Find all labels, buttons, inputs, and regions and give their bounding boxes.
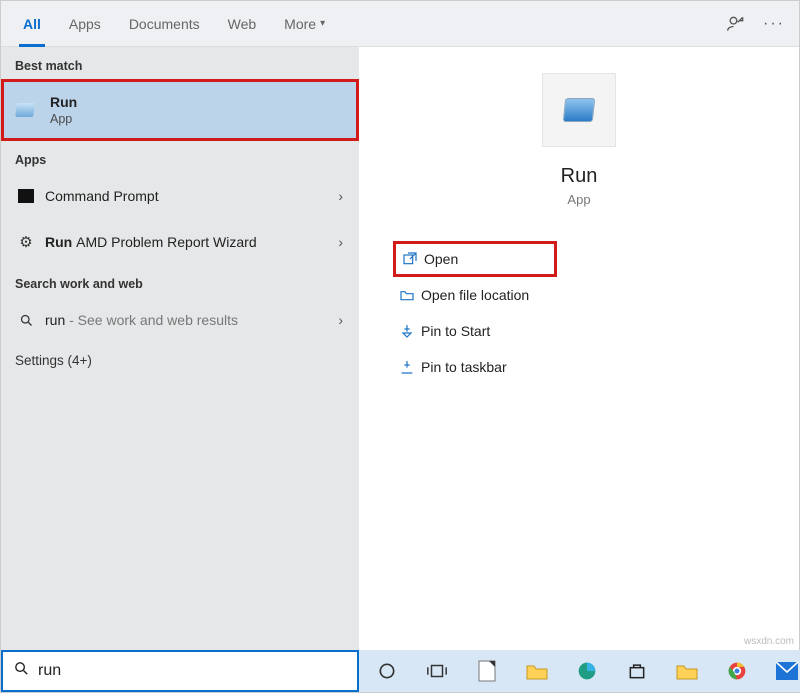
taskbar-file-explorer-alt[interactable]	[665, 654, 709, 688]
search-box[interactable]	[1, 650, 359, 692]
folder-icon	[393, 287, 421, 303]
search-icon	[13, 313, 39, 328]
taskbar-cortana[interactable]	[365, 654, 409, 688]
run-icon	[16, 103, 42, 117]
taskbar	[359, 650, 800, 692]
best-match-run[interactable]: Run App	[1, 79, 359, 141]
action-pin-to-taskbar[interactable]: Pin to taskbar	[393, 349, 765, 385]
chevron-down-icon: ▾	[320, 18, 325, 29]
taskbar-libreoffice[interactable]	[465, 654, 509, 688]
preview-title: Run	[561, 165, 598, 188]
bottom-bar	[1, 650, 799, 692]
results-list: Best match Run App Apps Command Prompt ›…	[1, 47, 359, 650]
apps-header: Apps	[1, 141, 359, 173]
preview-subtitle: App	[567, 192, 590, 207]
best-match-title: Run	[50, 94, 77, 110]
result-command-prompt[interactable]: Command Prompt ›	[1, 173, 359, 219]
pin-start-icon	[393, 323, 421, 339]
open-icon	[396, 251, 424, 267]
search-icon	[13, 660, 30, 682]
action-label: Pin to Start	[421, 323, 490, 339]
action-label: Pin to taskbar	[421, 359, 507, 375]
chevron-right-icon[interactable]: ›	[334, 312, 347, 328]
result-web-run[interactable]: run - See work and web results ›	[1, 297, 359, 343]
more-options-icon[interactable]: ···	[757, 7, 791, 41]
action-label: Open file location	[421, 287, 529, 303]
taskbar-mail[interactable]	[765, 654, 800, 688]
taskbar-store[interactable]	[615, 654, 659, 688]
taskbar-file-explorer[interactable]	[515, 654, 559, 688]
result-amd-wizard[interactable]: ⚙ Run AMD Problem Report Wizard ›	[1, 219, 359, 265]
result-label: Command Prompt	[39, 188, 334, 204]
tab-apps[interactable]: Apps	[55, 1, 115, 47]
gear-icon: ⚙	[13, 233, 39, 251]
best-match-subtitle: App	[50, 112, 77, 126]
best-match-header: Best match	[1, 47, 359, 79]
watermark: wsxdn.com	[744, 636, 794, 647]
chevron-right-icon[interactable]: ›	[334, 234, 347, 250]
result-label: run - See work and web results	[39, 312, 334, 328]
search-input[interactable]	[38, 662, 347, 680]
action-pin-to-start[interactable]: Pin to Start	[393, 313, 765, 349]
taskbar-task-view[interactable]	[415, 654, 459, 688]
feedback-icon[interactable]	[719, 7, 753, 41]
taskbar-chrome[interactable]	[715, 654, 759, 688]
settings-group[interactable]: Settings (4+)	[1, 343, 359, 378]
pin-taskbar-icon	[393, 359, 421, 375]
web-header: Search work and web	[1, 265, 359, 297]
preview-pane: Run App Open Open file location	[359, 47, 799, 650]
tab-all[interactable]: All	[9, 1, 55, 47]
result-label: Run AMD Problem Report Wizard	[39, 234, 334, 250]
action-label: Open	[424, 251, 458, 267]
search-filter-tabs: All Apps Documents Web More▾ ···	[1, 1, 799, 47]
action-open-file-location[interactable]: Open file location	[393, 277, 765, 313]
taskbar-edge[interactable]	[565, 654, 609, 688]
chevron-right-icon[interactable]: ›	[334, 188, 347, 204]
preview-app-icon	[542, 73, 616, 147]
tab-more[interactable]: More▾	[270, 1, 339, 47]
action-open[interactable]: Open	[393, 241, 557, 277]
terminal-icon	[13, 189, 39, 203]
tab-web[interactable]: Web	[214, 1, 271, 47]
tab-documents[interactable]: Documents	[115, 1, 214, 47]
